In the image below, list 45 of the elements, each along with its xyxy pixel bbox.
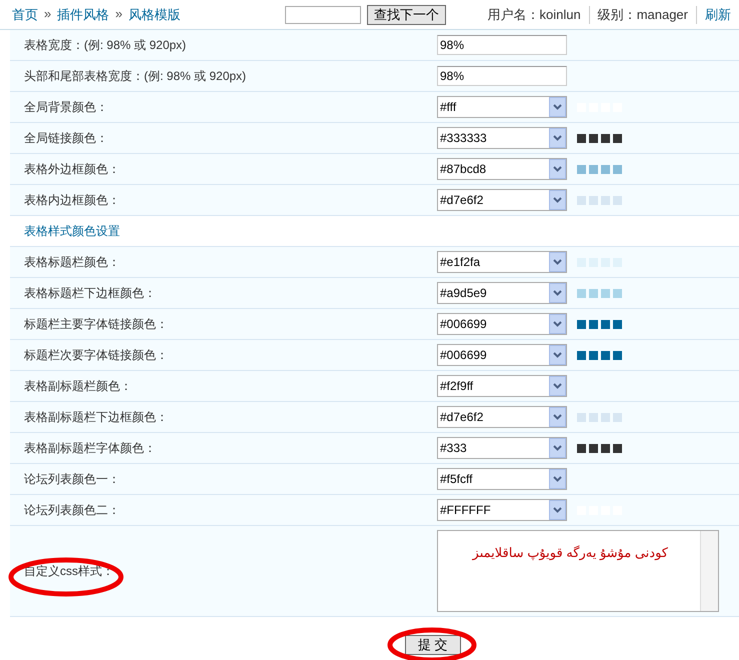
breadcrumb-link[interactable]: 插件风格	[57, 6, 110, 24]
setting-label: 全局链接颜色：	[24, 130, 109, 146]
section-heading: 表格样式颜色设置	[24, 222, 120, 240]
color-dropdown[interactable]: #d7e6f2	[437, 189, 567, 211]
color-dropdown[interactable]: #FFFFFF	[437, 499, 567, 521]
user-level-text: 级别：manager	[588, 6, 696, 24]
username-text: 用户名：koinlun	[486, 6, 582, 24]
setting-label: 表格内边框颜色：	[24, 192, 121, 208]
setting-label: 全局背景颜色：	[24, 98, 109, 116]
submit-button[interactable]: 提 交	[405, 635, 461, 655]
setting-label: 表格副标题栏下边框颜色：	[24, 408, 169, 426]
color-dropdown[interactable]: #006699	[437, 313, 567, 335]
setting-label: 表格副标题栏字体颜色：	[24, 440, 157, 456]
text-field[interactable]: 98%	[437, 66, 567, 86]
setting-label: 表格标题栏颜色：	[24, 254, 121, 270]
setting-label: 表格标题栏下边框颜色：	[24, 284, 157, 302]
breadcrumb-separator: »	[115, 6, 122, 22]
scrollbar[interactable]	[700, 531, 718, 611]
color-dropdown[interactable]: #87bcd8	[437, 158, 567, 180]
setting-label: 标题栏次要字体链接颜色：	[24, 346, 169, 364]
breadcrumb-link[interactable]: 风格模版	[128, 6, 180, 24]
setting-label: 标题栏主要字体链接颜色：	[24, 316, 169, 332]
color-dropdown[interactable]: #333333	[437, 127, 567, 149]
color-dropdown[interactable]: #fff	[437, 96, 567, 118]
css-textarea[interactable]: كودنى مۇشۇ يەرگە قويۇپ ساقلايمىز	[437, 530, 719, 612]
color-dropdown[interactable]: #f2f9ff	[437, 375, 567, 397]
color-dropdown[interactable]: #e1f2fa	[437, 251, 567, 273]
setting-label: 表格外边框颜色：	[24, 160, 121, 178]
text-field[interactable]: 98%	[437, 35, 567, 55]
setting-label: 论坛列表颜色一：	[24, 470, 121, 488]
breadcrumb-link[interactable]: 首页	[12, 6, 38, 24]
setting-label: 表格副标题栏颜色：	[24, 378, 133, 394]
setting-label: 论坛列表颜色二：	[24, 502, 121, 518]
color-dropdown[interactable]: #d7e6f2	[437, 406, 567, 428]
color-dropdown[interactable]: #a9d5e9	[437, 282, 567, 304]
textarea-text: كودنى مۇشۇ يەرگە قويۇپ ساقلايمىز	[472, 545, 668, 561]
breadcrumb-separator: »	[44, 6, 52, 22]
refresh-link[interactable]: 刷新	[696, 6, 739, 24]
setting-label: 头部和尾部表格宽度：(例: 98% 或 920px)	[24, 68, 248, 84]
color-dropdown[interactable]: #333	[437, 437, 567, 459]
setting-label: 表格宽度：(例: 98% 或 920px)	[24, 36, 188, 54]
find-next-button[interactable]: 查找下一个	[367, 4, 446, 24]
color-dropdown[interactable]: #006699	[437, 344, 567, 366]
color-dropdown[interactable]: #f5fcff	[437, 468, 567, 490]
search-field[interactable]	[285, 6, 361, 24]
